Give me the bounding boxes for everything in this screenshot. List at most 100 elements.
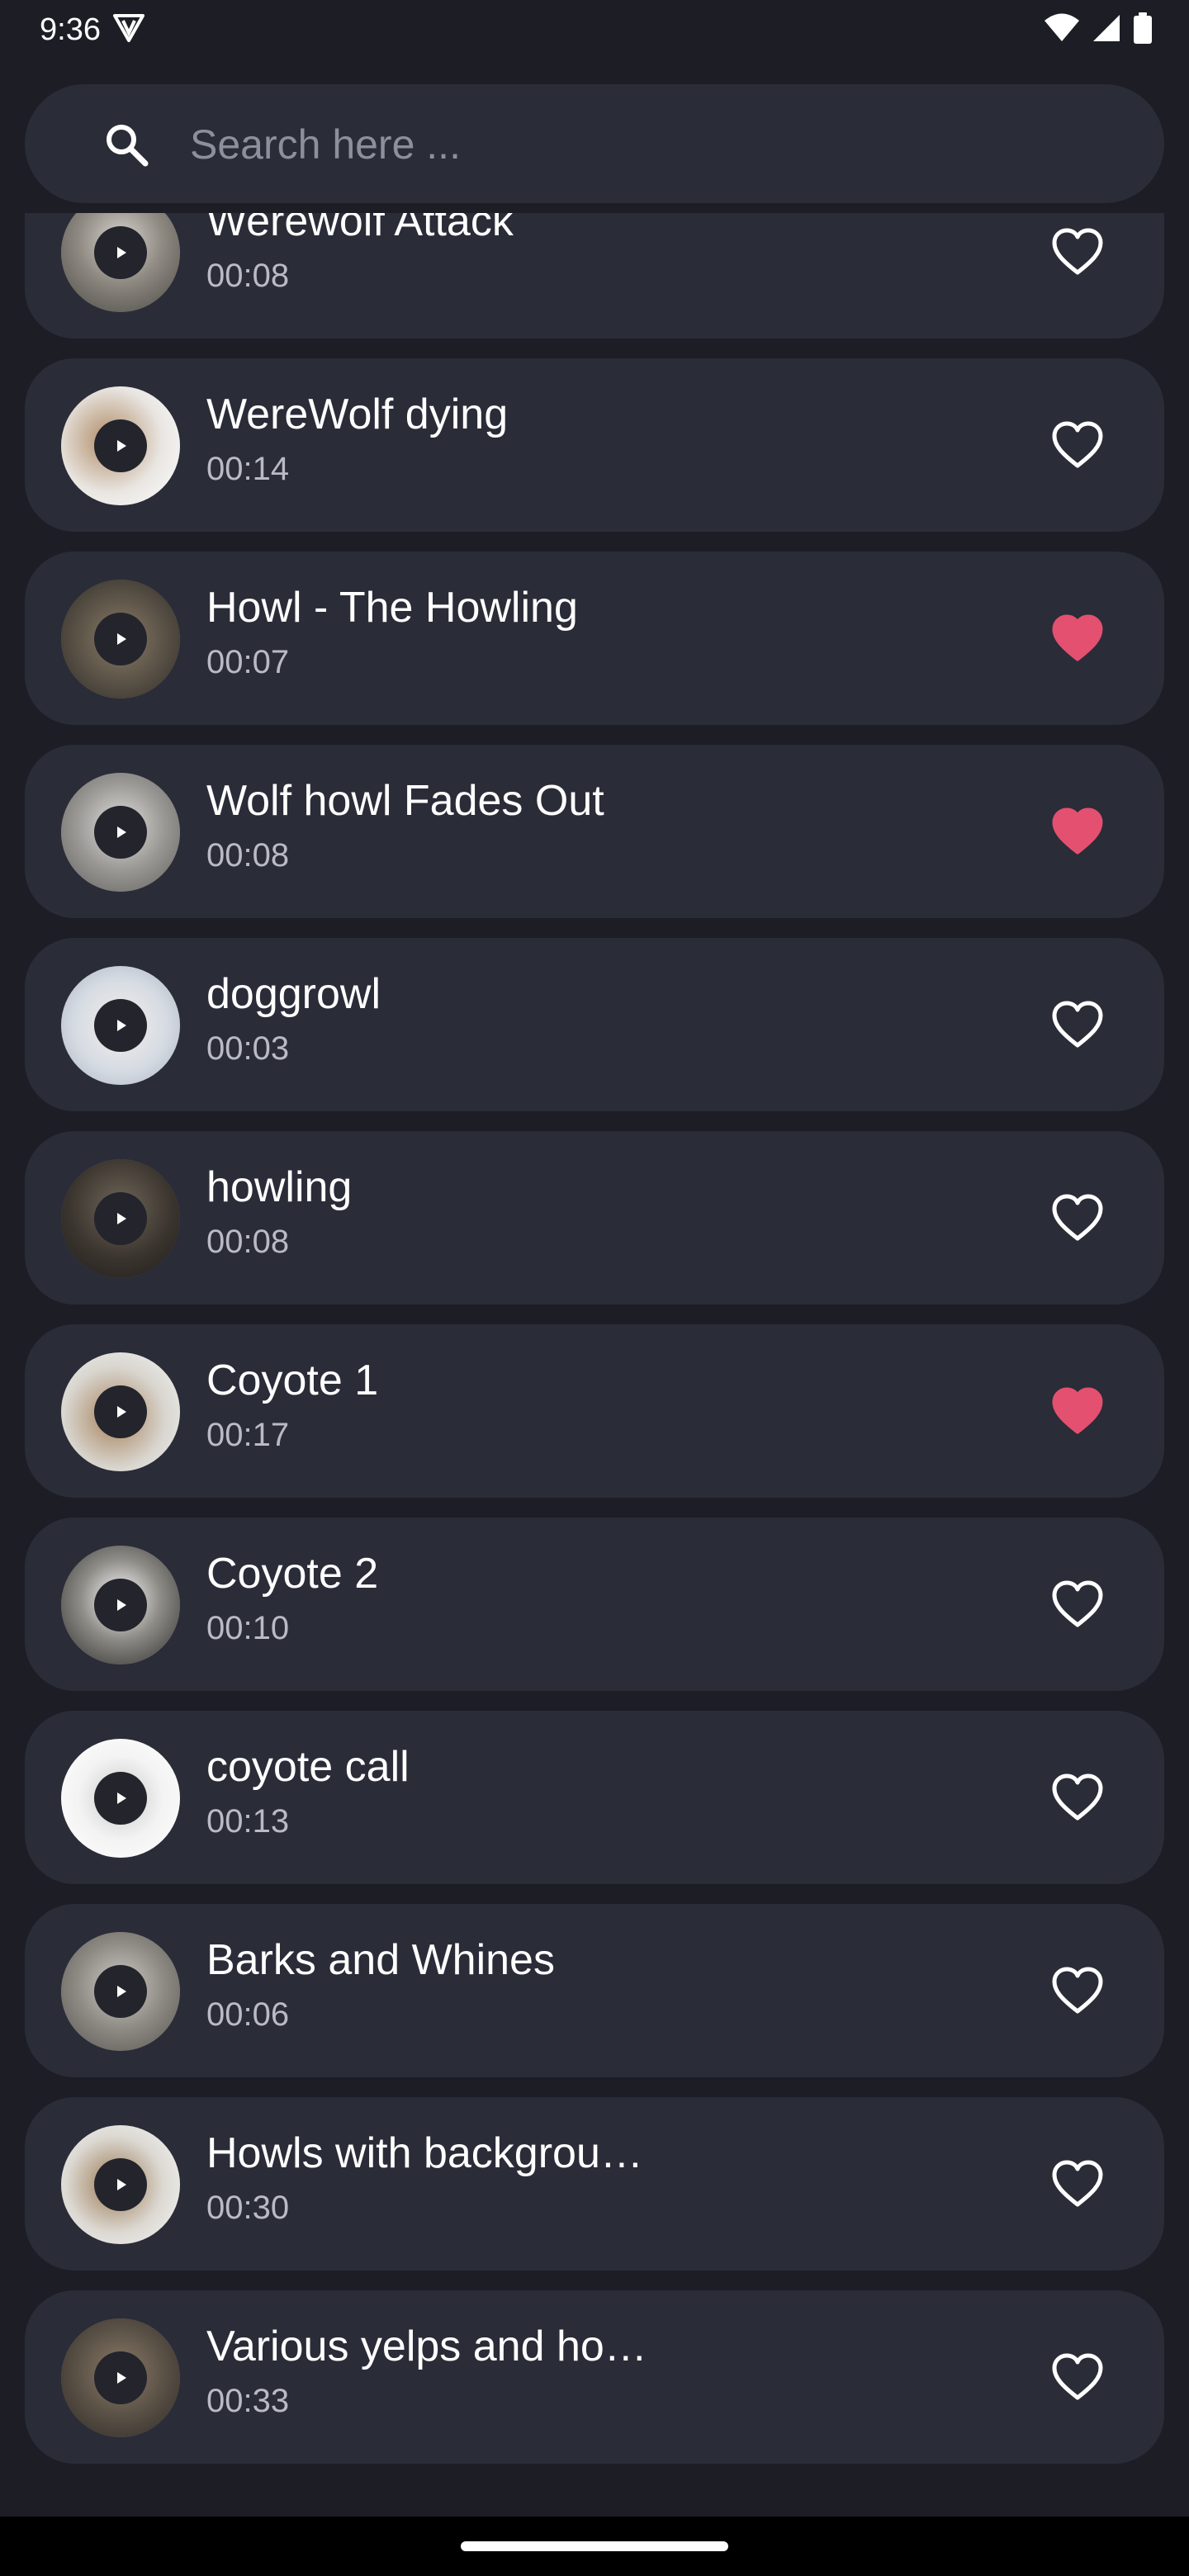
status-right [1044,12,1153,48]
sound-list: Werewolf Attack 00:08 WereWolf dying 00:… [25,213,1164,2484]
play-icon [117,440,126,452]
wolf-thumbnail[interactable] [61,2318,180,2437]
play-icon [117,2372,126,2384]
play-button[interactable] [94,1772,147,1825]
wifi-icon [1044,13,1080,47]
play-button[interactable] [94,2351,147,2404]
wolf-thumbnail[interactable] [61,1546,180,1664]
sound-duration: 00:08 [206,1224,290,1260]
wolf-thumbnail[interactable] [61,386,180,505]
play-icon [117,1406,126,1418]
list-item[interactable]: Coyote 1 00:17 [25,1324,1164,1498]
wolf-thumbnail[interactable] [61,1159,180,1278]
status-time: 9:36 [40,12,101,47]
heart-icon [1052,807,1103,855]
wolf-thumbnail[interactable] [61,773,180,892]
favorite-button-active[interactable] [1049,1382,1106,1440]
sound-title: Barks and Whines [206,1936,555,1984]
favorite-button-active[interactable] [1049,803,1106,860]
status-bar: 9:36 [0,0,1189,59]
navigation-bar [0,2517,1189,2576]
list-item[interactable]: Barks and Whines 00:06 [25,1904,1164,2077]
screen: 9:36 Search here ... Werewolf Attack 00:… [0,0,1189,2576]
play-icon [117,1792,126,1804]
heart-icon [1052,1194,1103,1241]
play-icon [117,1213,126,1224]
favorite-button[interactable] [1049,223,1106,281]
play-button[interactable] [94,226,147,279]
play-icon [117,826,126,838]
play-button[interactable] [94,1192,147,1245]
list-item[interactable]: Coyote 2 00:10 [25,1518,1164,1691]
play-button[interactable] [94,806,147,859]
vpn-shield-icon [112,13,145,47]
sound-title: Various yelps and ho… [206,2323,647,2370]
favorite-button[interactable] [1049,1575,1106,1633]
list-item[interactable]: Howls with backgrou… 00:30 [25,2097,1164,2271]
wolf-thumbnail[interactable] [61,2125,180,2244]
heart-icon [1052,1387,1103,1434]
home-indicator[interactable] [461,2541,728,2551]
sound-title: Howls with backgrou… [206,2129,643,2177]
list-item[interactable]: howling 00:08 [25,1131,1164,1305]
play-button[interactable] [94,1965,147,2018]
search-input[interactable] [188,114,1100,175]
list-item[interactable]: doggrowl 00:03 [25,938,1164,1111]
favorite-button[interactable] [1049,996,1106,1054]
sound-duration: 00:13 [206,1803,290,1840]
list-item[interactable]: Howl - The Howling 00:07 [25,552,1164,725]
favorite-button[interactable] [1049,416,1106,474]
sound-duration: 00:17 [206,1417,290,1453]
favorite-button-active[interactable] [1049,609,1106,667]
play-button[interactable] [94,1579,147,1631]
play-icon [117,633,126,645]
play-icon [117,1020,126,1031]
sound-title: coyote call [206,1743,410,1791]
favorite-button[interactable] [1049,1962,1106,2020]
sound-duration: 00:03 [206,1030,290,1067]
favorite-button[interactable] [1049,1189,1106,1247]
play-button[interactable] [94,999,147,1052]
wolf-thumbnail[interactable] [61,966,180,1085]
sound-duration: 00:30 [206,2190,290,2226]
wolf-thumbnail[interactable] [61,213,180,312]
play-icon [117,247,126,258]
wolf-thumbnail[interactable] [61,1739,180,1858]
list-item[interactable]: Werewolf Attack 00:08 [25,213,1164,339]
heart-icon [1052,1967,1103,2014]
battery-icon [1133,12,1153,48]
sound-title: Werewolf Attack [206,213,514,245]
sound-list-viewport[interactable]: Werewolf Attack 00:08 WereWolf dying 00:… [0,213,1189,2517]
favorite-button[interactable] [1049,2348,1106,2406]
favorite-button[interactable] [1049,1769,1106,1826]
sound-duration: 00:08 [206,837,290,874]
play-button[interactable] [94,613,147,665]
sound-duration: 00:10 [206,1610,290,1646]
sound-duration: 00:14 [206,451,290,487]
list-item[interactable]: Various yelps and ho… 00:33 [25,2290,1164,2464]
sound-title: Coyote 2 [206,1550,379,1598]
sound-duration: 00:06 [206,1996,290,2033]
list-item[interactable]: coyote call 00:13 [25,1711,1164,1884]
list-item[interactable]: Wolf howl Fades Out 00:08 [25,745,1164,918]
sound-duration: 00:07 [206,644,290,680]
list-item[interactable]: WereWolf dying 00:14 [25,358,1164,532]
play-button[interactable] [94,419,147,472]
search-bar[interactable] [25,84,1164,203]
play-button[interactable] [94,1385,147,1438]
heart-icon [1052,1773,1103,1821]
wolf-thumbnail[interactable] [61,1932,180,2051]
status-left: 9:36 [40,12,145,48]
search-icon [102,121,152,170]
heart-icon [1052,614,1103,661]
wolf-thumbnail[interactable] [61,580,180,698]
heart-icon [1052,228,1103,275]
play-button[interactable] [94,2158,147,2211]
favorite-button[interactable] [1049,2155,1106,2213]
sound-duration: 00:33 [206,2383,290,2419]
heart-icon [1052,1001,1103,1048]
wolf-thumbnail[interactable] [61,1352,180,1471]
sound-title: Wolf howl Fades Out [206,777,604,825]
sound-title: Howl - The Howling [206,584,578,632]
sound-title: WereWolf dying [206,391,509,438]
